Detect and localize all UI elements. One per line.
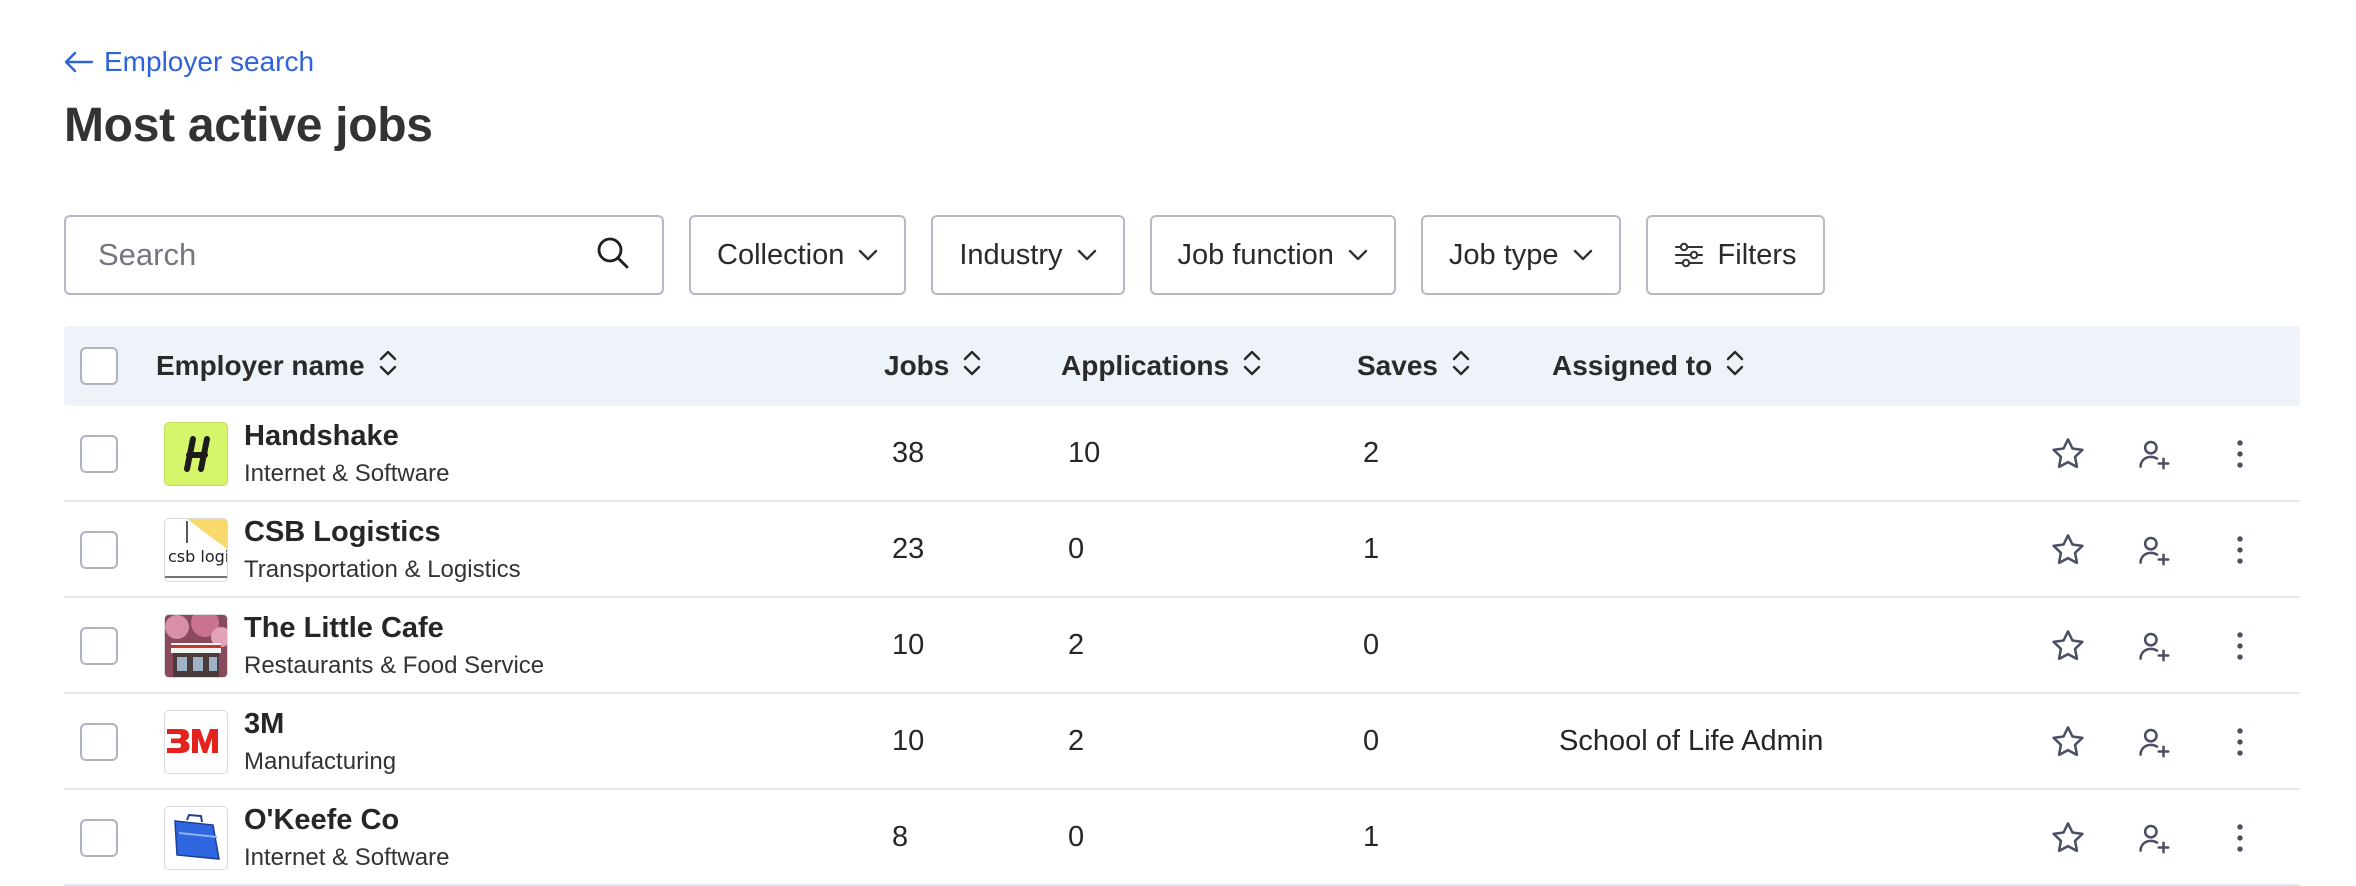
job-function-dropdown[interactable]: Job function [1149,215,1396,295]
3m-logo [164,710,228,774]
filter-toolbar: Collection Industry Job function Job typ… [64,215,1825,295]
employer-name[interactable]: O'Keefe Co [244,804,399,837]
jobs-count: 38 [892,437,925,469]
jobs-count: 10 [892,629,925,661]
applications-count: 2 [1068,725,1085,757]
more-options-icon[interactable] [2218,720,2262,764]
column-header-label: Saves [1357,350,1438,381]
chevron-down-icon [1077,249,1097,261]
row-checkbox[interactable] [80,531,118,569]
table-row[interactable]: csb logistics CSB Logistics Transportati… [64,502,2300,598]
assign-user-icon[interactable] [2132,528,2176,572]
assign-user-icon[interactable] [2132,624,2176,668]
sort-icon [1243,349,1261,384]
column-header-jobs[interactable]: Jobs [884,326,981,406]
chevron-down-icon [1348,249,1368,261]
back-link-employer-search[interactable]: Employer search [64,46,314,78]
employer-name[interactable]: The Little Cafe [244,612,444,645]
employer-industry: Internet & Software [244,460,450,487]
page-title: Most active jobs [64,99,433,152]
csb-logo-text: csb logistics [168,547,227,566]
job-type-dropdown[interactable]: Job type [1420,215,1621,295]
assigned-to: School of Life Admin [1559,725,1824,757]
column-header-saves[interactable]: Saves [1357,326,1470,406]
employer-name[interactable]: Handshake [244,420,399,453]
chevron-down-icon [1573,249,1593,261]
back-link-label: Employer search [104,46,315,77]
more-options-icon[interactable] [2218,528,2262,572]
sort-icon [1452,349,1470,384]
applications-count: 10 [1068,437,1101,469]
filters-button-label: Filters [1717,238,1797,271]
applications-count: 0 [1068,533,1085,565]
search-icon[interactable] [596,236,630,275]
column-header-applications[interactable]: Applications [1061,326,1261,406]
saves-count: 2 [1363,437,1380,469]
jobs-count: 23 [892,533,925,565]
favorite-star-icon[interactable] [2046,720,2090,764]
okeefe-logo [164,806,228,870]
more-options-icon[interactable] [2218,624,2262,668]
industry-dropdown[interactable]: Industry [931,215,1125,295]
row-checkbox[interactable] [80,627,118,665]
search-box [64,215,664,295]
row-checkbox[interactable] [80,723,118,761]
assign-user-icon[interactable] [2132,432,2176,476]
saves-count: 1 [1363,821,1380,853]
row-checkbox[interactable] [80,435,118,473]
collection-dropdown[interactable]: Collection [689,215,907,295]
favorite-star-icon[interactable] [2046,816,2090,860]
arrow-left-icon [64,51,94,73]
row-checkbox[interactable] [80,819,118,857]
employer-name[interactable]: 3M [244,708,284,741]
favorite-star-icon[interactable] [2046,624,2090,668]
job-function-dropdown-label: Job function [1177,238,1334,271]
assign-user-icon[interactable] [2132,720,2176,764]
collection-dropdown-label: Collection [717,238,845,271]
column-header-label: Assigned to [1552,350,1713,381]
saves-count: 1 [1363,533,1380,565]
search-input[interactable] [96,236,596,274]
employer-industry: Transportation & Logistics [244,556,521,583]
employer-name[interactable]: CSB Logistics [244,516,441,549]
table-row[interactable]: Handshake Internet & Software 38 10 2 [64,406,2300,502]
filters-button[interactable]: Filters [1645,215,1825,295]
table-row[interactable]: 3M Manufacturing 10 2 0 School of Life A… [64,694,2300,790]
sliders-icon [1674,242,1704,268]
employer-industry: Internet & Software [244,844,450,871]
select-all-checkbox[interactable] [80,347,118,385]
saves-count: 0 [1363,725,1380,757]
job-type-dropdown-label: Job type [1448,238,1559,271]
column-header-label: Applications [1061,350,1230,381]
more-options-icon[interactable] [2218,816,2262,860]
employer-industry: Restaurants & Food Service [244,652,545,679]
column-header-employer-name[interactable]: Employer name [156,326,397,406]
assign-user-icon[interactable] [2132,816,2176,860]
jobs-count: 10 [892,725,925,757]
csb-logistics-logo: csb logistics [164,518,228,582]
column-header-label: Employer name [156,350,365,381]
saves-count: 0 [1363,629,1380,661]
table-row[interactable]: The Little Cafe Restaurants & Food Servi… [64,598,2300,694]
chevron-down-icon [858,249,878,261]
cafe-photo-logo [164,614,228,678]
applications-count: 0 [1068,821,1085,853]
sort-icon [379,349,397,384]
table-header: Employer name Jobs Applications Saves As… [64,326,2300,406]
favorite-star-icon[interactable] [2046,432,2090,476]
table-row[interactable]: O'Keefe Co Internet & Software 8 0 1 [64,790,2300,886]
employer-industry: Manufacturing [244,748,397,775]
favorite-star-icon[interactable] [2046,528,2090,572]
industry-dropdown-label: Industry [959,238,1063,271]
sort-icon [963,349,981,384]
more-options-icon[interactable] [2218,432,2262,476]
column-header-assigned-to[interactable]: Assigned to [1552,326,1744,406]
applications-count: 2 [1068,629,1085,661]
column-header-label: Jobs [884,350,950,381]
sort-icon [1726,349,1744,384]
handshake-logo [164,422,228,486]
jobs-count: 8 [892,821,909,853]
